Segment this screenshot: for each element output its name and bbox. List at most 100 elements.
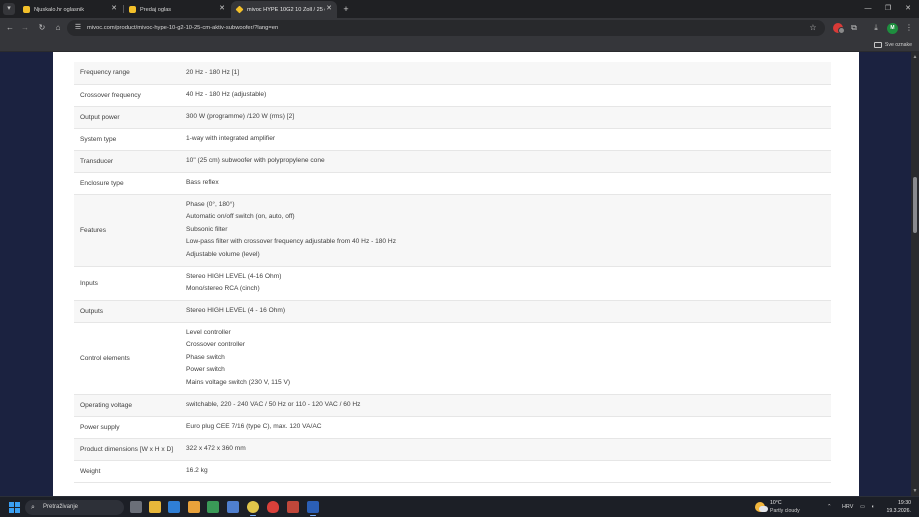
spec-row: Product dimensions [W x H x D] 322 x 472 … [74,438,831,461]
tab-title: Predaj oglas [140,6,172,13]
address-bar[interactable]: ☰ mivoc.com/product/mivoc-hype-10-g2-10-… [67,20,825,36]
spec-value: Level controller Crossover controller Phas… [186,322,831,395]
spec-label: Frequency range [74,62,186,85]
spec-row: Outputs Stereo HIGH LEVEL (4 - 16 Ohm) [74,300,831,323]
network-icon[interactable]: ▭ [860,502,865,512]
forward-arrow-icon[interactable]: → [18,21,32,35]
back-arrow-icon[interactable]: ← [3,21,17,35]
spec-label: System type [74,128,186,151]
spec-table: Frequency range 20 Hz - 180 Hz [1] Crossov… [74,62,831,483]
spec-row: Control elements Level controller Crossove… [74,322,831,395]
taskbar-search[interactable]: ⌕ Pretraživanje [25,500,124,515]
spec-label: Weight [74,460,186,483]
spec-label: Operating voltage [74,394,186,417]
spec-value-line: Crossover controller [186,341,245,349]
spec-value: 20 Hz - 180 Hz [1] [186,62,831,85]
spec-label: Transducer [74,150,186,173]
spec-value-line: Level controller [186,328,231,336]
extensions-icon[interactable]: ⧉ [847,21,861,35]
spec-label: Power supply [74,416,186,439]
page-viewport: Frequency range 20 Hz - 180 Hz [1] Crossov… [0,52,911,496]
cloud-icon [759,506,768,512]
spec-value-line: switchable, 220 - 240 VAC / 50 Hz or 110… [186,400,361,408]
reload-icon[interactable]: ↻ [35,21,49,35]
profile-avatar[interactable]: M [887,23,898,34]
spec-row: Output power 300 W (programme) /120 W (rm… [74,106,831,129]
download-icon[interactable]: ⤓ [869,21,883,35]
spec-value-line: Stereo HIGH LEVEL (4-16 Ohm) [186,272,282,280]
clock-time: 19:30 [898,500,911,506]
spec-value-line: Mono/stereo RCA (cinch) [186,285,260,292]
spec-row: Inputs Stereo HIGH LEVEL (4-16 Ohm) Mono/s… [74,266,831,301]
close-icon[interactable]: ✕ [219,5,225,13]
scroll-thumb[interactable] [913,177,917,233]
windows-start-icon[interactable] [9,502,20,513]
all-bookmarks-label: Sve oznake [884,42,912,48]
app-icon[interactable] [287,501,299,513]
spec-value-line: 16.2 kg [186,466,208,474]
spec-value: Stereo HIGH LEVEL (4-16 Ohm) Mono/stereo … [186,266,831,301]
tab-mivoc[interactable]: mivoc HYPE 10G2 10 Zoll / 25 c ✕ [231,1,337,18]
brave-icon[interactable] [267,501,279,513]
calculator-icon[interactable] [227,501,239,513]
spec-value-line: Low-pass filter with crossover frequency… [186,238,396,246]
spec-row: Power supply Euro plug CEE 7/16 (type C),… [74,416,831,439]
spec-label: Features [74,194,186,267]
windows-taskbar: ⌕ Pretraživanje 10°C Partly cloudy ⌃ HRV… [0,496,919,517]
extension-shield-icon[interactable] [833,23,845,34]
spec-value: 300 W (programme) /120 W (rms) [2] [186,106,831,129]
tab-title: Njuskalo.hr oglasnik [34,6,85,13]
chrome-icon[interactable] [247,501,259,516]
mail-icon[interactable] [168,501,180,513]
close-icon[interactable]: ✕ [111,5,117,13]
close-icon[interactable]: ✕ [326,5,332,13]
clock[interactable]: 19:30 19.3.2026. [886,500,911,515]
njuskalo-favicon [23,6,30,13]
volume-icon[interactable]: ◖ [871,502,874,512]
close-window-button[interactable]: ✕ [898,2,918,16]
scroll-up-icon[interactable]: ▲ [912,54,918,60]
spec-value: Phase (0°, 180°) Automatic on/off switch … [186,194,831,267]
spec-value: switchable, 220 - 240 VAC / 50 Hz or 110… [186,394,831,417]
spec-label: Inputs [74,266,186,301]
home-icon[interactable]: ⌂ [51,21,65,35]
spec-row: Features Phase (0°, 180°) Automatic on/off… [74,194,831,267]
app-grid-icon[interactable] [207,501,219,513]
tab-search-button[interactable]: ▾ [3,3,15,15]
search-placeholder: Pretraživanje [43,504,79,510]
spec-value-line: Automatic on/off switch (on, auto, off) [186,213,295,221]
tab-predaj-oglas[interactable]: Predaj oglas ✕ [124,1,230,18]
restore-button[interactable]: ❐ [878,2,898,16]
spec-label: Outputs [74,300,186,323]
browser-toolbar: ← → ↻ ⌂ ☰ mivoc.com/product/mivoc-hype-1… [0,18,919,38]
language-indicator[interactable]: HRV [842,502,853,512]
spec-label: Enclosure type [74,172,186,195]
word-icon[interactable] [307,501,319,516]
spec-value-line: Phase switch [186,353,225,361]
all-bookmarks-button[interactable]: Sve oznake [873,40,912,50]
tab-strip: ▾ Njuskalo.hr oglasnik ✕ Predaj oglas ✕ … [0,0,919,18]
spec-value-line: Phase (0°, 180°) [186,200,235,208]
spec-value-line: Mains voltage switch (230 V, 115 V) [186,378,291,386]
minimize-button[interactable]: — [858,2,878,16]
spec-value-line: Stereo HIGH LEVEL (4 - 16 Ohm) [186,306,286,314]
new-tab-button[interactable]: + [341,3,351,15]
chevron-up-icon[interactable]: ⌃ [827,502,832,512]
folder-icon [873,42,882,48]
spec-value-line: 40 Hz - 180 Hz (adjustable) [186,90,267,98]
weather-widget[interactable]: 10°C Partly cloudy [755,500,815,515]
scroll-down-icon[interactable]: ▼ [912,488,918,494]
task-view-icon[interactable] [130,501,142,513]
spec-label: Output power [74,106,186,129]
product-content: Frequency range 20 Hz - 180 Hz [1] Crossov… [53,52,859,496]
site-info-icon[interactable]: ☰ [73,23,83,33]
tab-njuskalo[interactable]: Njuskalo.hr oglasnik ✕ [18,1,122,18]
media-app-icon[interactable] [188,501,200,513]
mivoc-favicon [235,5,244,14]
file-explorer-icon[interactable] [149,501,161,513]
menu-icon[interactable]: ⋮ [902,21,916,35]
bookmark-star-icon[interactable]: ☆ [807,22,819,34]
spec-value: 16.2 kg [186,460,831,483]
scrollbar[interactable]: ▲ ▼ [911,52,919,496]
spec-value: Euro plug CEE 7/16 (type C), max. 120 VA… [186,416,831,439]
